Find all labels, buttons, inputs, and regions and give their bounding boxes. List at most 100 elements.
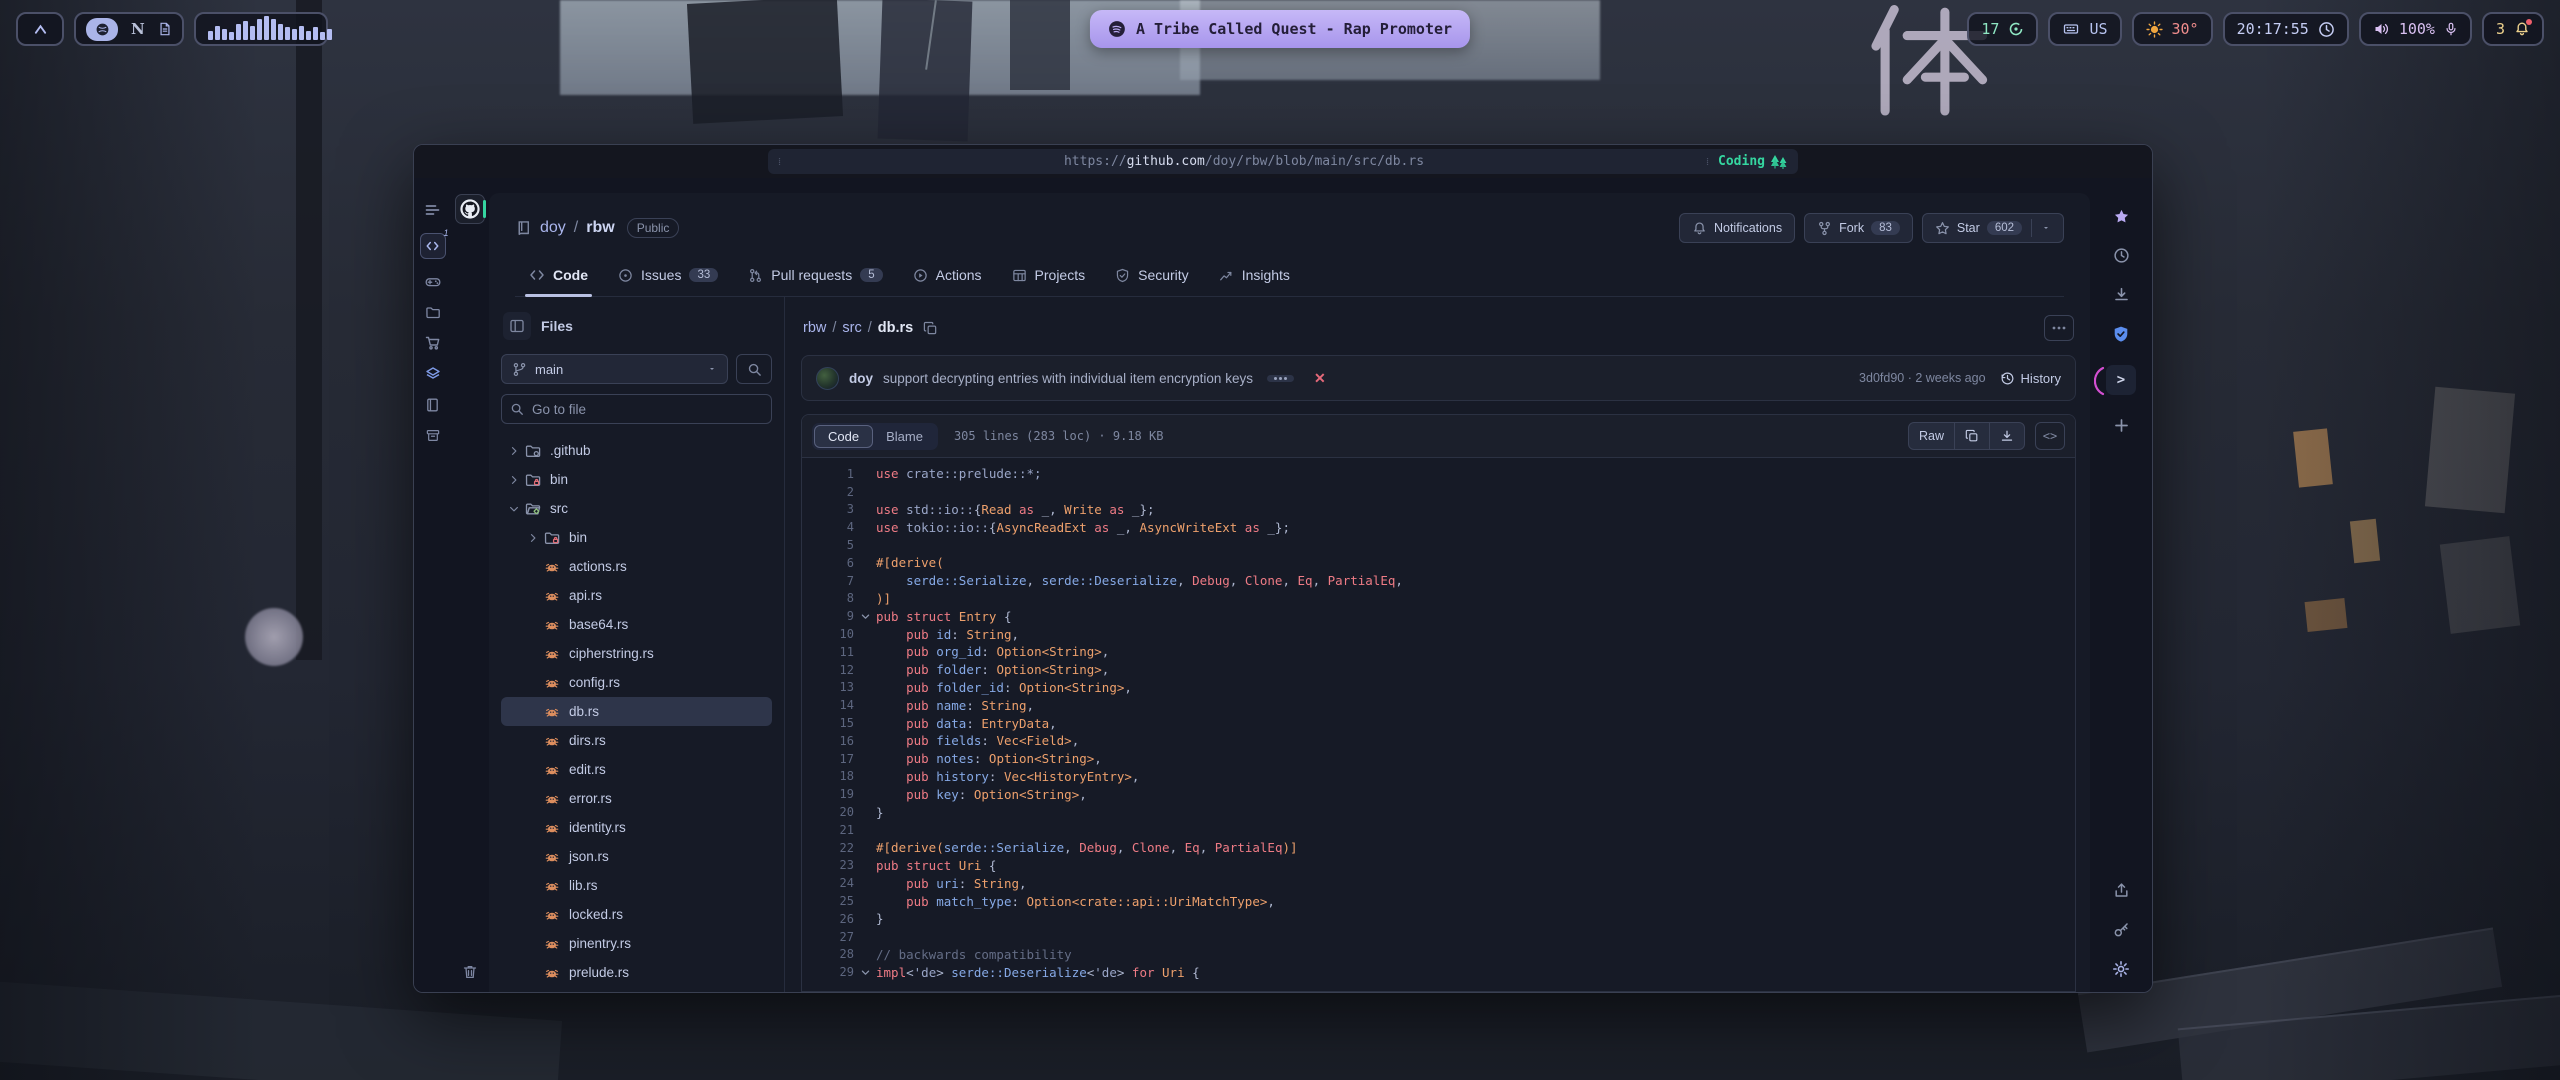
plus-icon[interactable]	[2113, 417, 2130, 434]
file-tree-item-bin[interactable]: bin	[501, 523, 772, 552]
list-icon[interactable]	[424, 202, 441, 218]
commit-sha[interactable]: 3d0fd90	[1859, 371, 1904, 385]
tray-weather[interactable]: 30°	[2132, 12, 2213, 46]
search-this-repo-button[interactable]	[736, 354, 772, 384]
archive-icon[interactable]	[425, 428, 441, 443]
raw-button[interactable]: Raw	[1909, 423, 1954, 449]
fork-button[interactable]: Fork 83	[1804, 213, 1913, 243]
breadcrumb-dir-link[interactable]: src	[842, 320, 861, 336]
line-number[interactable]: 17	[802, 752, 854, 766]
file-tree-item-dirs.rs[interactable]: dirs.rs	[501, 726, 772, 755]
breadcrumb-repo-link[interactable]: rbw	[803, 320, 826, 336]
file-tree-item-pinentry.rs[interactable]: pinentry.rs	[501, 929, 772, 958]
commit-expand-button[interactable]	[1267, 375, 1294, 382]
cart-icon[interactable]	[425, 335, 441, 351]
line-number[interactable]: 2	[802, 485, 854, 499]
line-number[interactable]: 1	[802, 467, 854, 481]
tab-projects[interactable]: Projects	[1000, 261, 1098, 296]
line-number[interactable]: 22	[802, 841, 854, 855]
line-number[interactable]: 14	[802, 698, 854, 712]
gear-icon[interactable]	[2112, 960, 2130, 978]
line-number[interactable]: 5	[802, 538, 854, 552]
download-icon[interactable]	[2113, 286, 2130, 303]
history-button[interactable]: History	[2000, 371, 2061, 386]
file-tree-item-identity.rs[interactable]: identity.rs	[501, 813, 772, 842]
line-number[interactable]: 21	[802, 823, 854, 837]
star-icon[interactable]	[2113, 208, 2130, 225]
url-text[interactable]: https://github.com/doy/rbw/blob/main/src…	[782, 154, 1706, 169]
repo-name-link[interactable]: rbw	[586, 219, 614, 237]
file-tree-item-cipherstring.rs[interactable]: cipherstring.rs	[501, 639, 772, 668]
line-number[interactable]: 19	[802, 787, 854, 801]
download-button[interactable]	[1989, 423, 2024, 449]
file-tree-item-bin[interactable]: bin	[501, 465, 772, 494]
file-tree-item-db.rs[interactable]: db.rs	[501, 697, 772, 726]
folder-icon[interactable]	[425, 305, 441, 320]
now-playing-pill[interactable]: A Tribe Called Quest - Rap Promoter	[1090, 10, 1470, 48]
tree-chevron-icon[interactable]	[524, 532, 542, 544]
line-number[interactable]: 29	[802, 965, 854, 979]
tab-actions[interactable]: Actions	[901, 261, 994, 296]
key-icon[interactable]	[2113, 921, 2130, 938]
branch-selector[interactable]: main	[501, 354, 728, 384]
line-number[interactable]: 28	[802, 947, 854, 961]
copy-file-button[interactable]	[1954, 423, 1989, 449]
line-number[interactable]: 20	[802, 805, 854, 819]
tree-chevron-icon[interactable]	[505, 474, 523, 486]
code-tab[interactable]: Code	[814, 425, 873, 448]
file-more-options-button[interactable]	[2044, 315, 2074, 341]
tray-audio[interactable]: 100%	[2359, 12, 2472, 46]
fold-chevron-icon[interactable]	[854, 967, 876, 978]
line-number[interactable]: 27	[802, 930, 854, 944]
tab-code[interactable]: Code	[517, 261, 600, 296]
tray-clock[interactable]: 20:17:55	[2223, 12, 2349, 46]
file-tree-item-api.rs[interactable]: api.rs	[501, 581, 772, 610]
go-to-file-input[interactable]	[501, 394, 772, 424]
line-number[interactable]: 16	[802, 734, 854, 748]
active-tab[interactable]	[455, 194, 485, 224]
line-number[interactable]: 24	[802, 876, 854, 890]
shield-icon[interactable]	[2112, 325, 2130, 343]
star-button[interactable]: Star 602	[1922, 213, 2064, 243]
share-icon[interactable]	[2113, 882, 2130, 899]
file-tree-item-lib.rs[interactable]: lib.rs	[501, 871, 772, 900]
file-tree-item-edit.rs[interactable]: edit.rs	[501, 755, 772, 784]
tree-chevron-icon[interactable]	[505, 445, 523, 457]
line-number[interactable]: 3	[802, 502, 854, 516]
line-number[interactable]: 9	[802, 609, 854, 623]
commit-message[interactable]: support decrypting entries with individu…	[883, 371, 1253, 386]
latest-commit-bar[interactable]: doy support decrypting entries with indi…	[801, 355, 2076, 401]
tab-pull-requests[interactable]: Pull requests5	[736, 261, 894, 296]
blame-tab[interactable]: Blame	[873, 425, 936, 448]
line-number[interactable]: 15	[802, 716, 854, 730]
repo-owner-link[interactable]: doy	[540, 219, 566, 237]
code-panel-icon[interactable]: 1	[420, 233, 446, 259]
notifications-button[interactable]: Notifications	[1679, 213, 1795, 243]
file-tree-item-prelude.rs[interactable]: prelude.rs	[501, 958, 772, 987]
line-number[interactable]: 12	[802, 663, 854, 677]
tree-chevron-icon[interactable]	[505, 503, 523, 515]
line-number[interactable]: 8	[802, 591, 854, 605]
tab-insights[interactable]: Insights	[1207, 261, 1302, 296]
file-tree-item-src[interactable]: src	[501, 494, 772, 523]
source-view-button[interactable]: <>	[2035, 422, 2065, 450]
tray-updates[interactable]: 17	[1967, 12, 2038, 46]
gamepad-icon[interactable]	[424, 274, 442, 290]
tray-keyboard-layout[interactable]: US	[2048, 12, 2121, 46]
line-number[interactable]: 4	[802, 520, 854, 534]
line-number[interactable]: 18	[802, 769, 854, 783]
document-icon[interactable]	[158, 21, 172, 37]
terminal-prompt-icon[interactable]: >	[2106, 365, 2136, 395]
file-tree-item-actions.rs[interactable]: actions.rs	[501, 552, 772, 581]
chevron-down-icon[interactable]	[2041, 224, 2051, 232]
file-tree-item-locked.rs[interactable]: locked.rs	[501, 900, 772, 929]
line-number[interactable]: 7	[802, 574, 854, 588]
tab-issues[interactable]: Issues33	[606, 261, 730, 296]
launcher-box[interactable]	[16, 12, 64, 46]
commit-author[interactable]: doy	[849, 371, 873, 386]
notes-n-icon[interactable]: N	[131, 20, 145, 38]
line-number[interactable]: 23	[802, 858, 854, 872]
tab-security[interactable]: Security	[1103, 261, 1201, 296]
line-number[interactable]: 6	[802, 556, 854, 570]
file-tree-item-error.rs[interactable]: error.rs	[501, 784, 772, 813]
